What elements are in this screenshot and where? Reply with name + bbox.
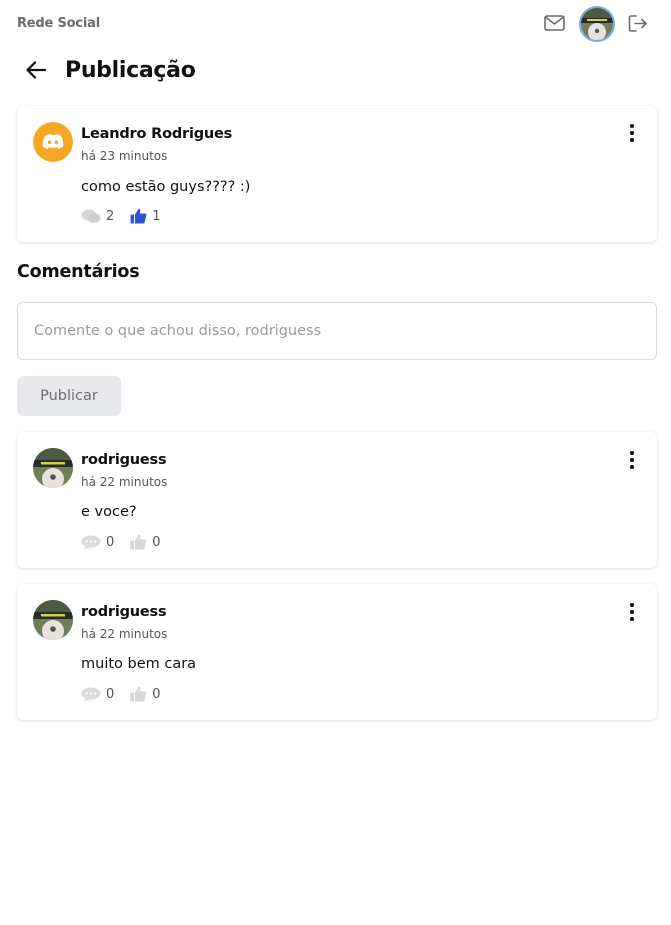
likes-stat[interactable]: 0 xyxy=(130,534,161,550)
comment-stats: 0 0 xyxy=(81,685,177,703)
post-author[interactable]: Leandro Rodrigues xyxy=(81,126,232,142)
comment-author-avatar[interactable] xyxy=(33,600,73,640)
comment-author[interactable]: rodriguess xyxy=(81,452,167,468)
page-title: Publicação xyxy=(65,58,196,83)
user-avatar-image xyxy=(581,8,613,40)
logout-icon[interactable] xyxy=(628,14,648,33)
more-vertical-icon[interactable] xyxy=(629,603,635,621)
comment-input[interactable] xyxy=(17,302,657,360)
more-vertical-icon[interactable] xyxy=(629,451,635,469)
likes-stat[interactable]: 0 xyxy=(130,686,161,702)
likes-stat[interactable]: 1 xyxy=(130,208,161,224)
comment-card: rodriguess há 22 minutos e voce? 0 0 xyxy=(17,432,657,568)
comment-text: muito bem cara xyxy=(81,656,197,672)
discord-logo-icon xyxy=(33,122,73,162)
comment-author-avatar-image xyxy=(33,600,73,640)
thumbs-up-icon xyxy=(130,208,147,224)
more-vertical-icon[interactable] xyxy=(629,124,635,142)
top-bar: Rede Social xyxy=(0,0,671,48)
post-card: Leandro Rodrigues há 23 minutos como est… xyxy=(17,106,657,242)
comments-count: 0 xyxy=(106,534,115,550)
comment-time: há 22 minutos xyxy=(81,475,168,489)
mail-icon[interactable] xyxy=(544,14,565,32)
comment-bubble-icon xyxy=(81,535,101,550)
comment-bubble-icon xyxy=(81,687,101,702)
likes-count: 1 xyxy=(152,208,161,224)
comment-author-avatar[interactable] xyxy=(33,448,73,488)
comment-card: rodriguess há 22 minutos muito bem cara … xyxy=(17,584,657,720)
comment-time: há 22 minutos xyxy=(81,627,168,641)
likes-count: 0 xyxy=(152,686,161,702)
post-time: há 23 minutos xyxy=(81,149,168,163)
comments-section-title: Comentários xyxy=(17,262,140,282)
likes-count: 0 xyxy=(152,534,161,550)
author-avatar[interactable] xyxy=(33,122,73,162)
comments-stat[interactable]: 0 xyxy=(81,687,114,702)
comments-stat[interactable]: 0 xyxy=(81,535,114,550)
comments-count: 2 xyxy=(106,208,115,224)
comment-author-avatar-image xyxy=(33,448,73,488)
comment-bubble-icon xyxy=(81,209,101,223)
post-stats: 2 1 xyxy=(81,207,177,225)
thumbs-up-icon xyxy=(130,686,147,702)
comment-text: e voce? xyxy=(81,504,137,520)
arrow-left-icon[interactable] xyxy=(25,59,47,81)
comment-stats: 0 0 xyxy=(81,533,177,551)
comment-author[interactable]: rodriguess xyxy=(81,604,167,620)
app-brand[interactable]: Rede Social xyxy=(17,16,100,31)
comments-stat[interactable]: 2 xyxy=(81,209,114,224)
thumbs-up-icon xyxy=(130,534,147,550)
comments-count: 0 xyxy=(106,686,115,702)
user-avatar[interactable] xyxy=(579,6,615,42)
post-text: como estão guys???? :) xyxy=(81,179,251,195)
publish-button[interactable]: Publicar xyxy=(17,376,121,416)
